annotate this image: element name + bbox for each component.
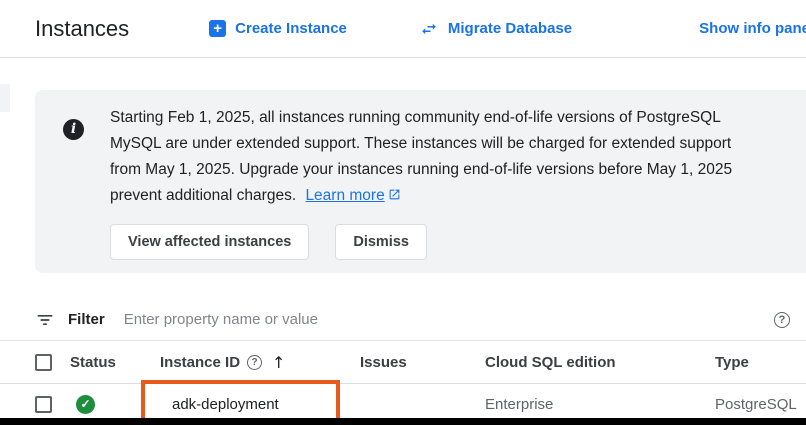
column-header-issues: Issues <box>360 354 485 371</box>
dismiss-button[interactable]: Dismiss <box>335 224 427 260</box>
info-icon: i <box>63 119 84 140</box>
banner-text-line: Starting Feb 1, 2025, all instances runn… <box>110 105 732 131</box>
page-header: Instances + Create Instance Migrate Data… <box>0 0 806 58</box>
status-healthy-icon: ✓ <box>76 395 95 414</box>
cloud-sql-instances-page: Instances + Create Instance Migrate Data… <box>0 0 806 425</box>
type-cell: PostgreSQL <box>715 396 806 413</box>
show-info-pane-label: Show info pane <box>699 20 806 37</box>
filter-label: Filter <box>68 311 105 328</box>
instance-id-help-icon[interactable]: ? <box>247 355 262 370</box>
column-header-type: Type <box>715 354 806 371</box>
banner-text-line: from May 1, 2025. Upgrade your instances… <box>110 157 732 183</box>
edition-cell: Enterprise <box>485 396 715 413</box>
sort-ascending-icon[interactable]: ↑ <box>272 353 285 372</box>
external-link-icon <box>388 184 401 210</box>
banner-text-line: prevent additional charges. Learn more <box>110 183 732 210</box>
learn-more-link[interactable]: Learn more <box>305 187 400 204</box>
column-header-instance-id[interactable]: Instance ID ? ↑ <box>160 353 360 372</box>
banner-buttons: View affected instances Dismiss <box>110 224 732 260</box>
filter-input[interactable] <box>122 310 774 329</box>
page-title: Instances <box>35 16 129 42</box>
view-affected-instances-button[interactable]: View affected instances <box>110 224 309 260</box>
filter-help-icon[interactable]: ? <box>774 312 790 328</box>
filter-icon[interactable] <box>35 310 55 330</box>
migrate-database-button[interactable]: Migrate Database <box>419 20 572 38</box>
column-header-status: Status <box>70 354 160 371</box>
bottom-black-bar <box>0 418 806 425</box>
migrate-database-label: Migrate Database <box>448 20 572 37</box>
instance-id-cell[interactable]: adk-deployment <box>160 396 360 413</box>
show-info-pane-button[interactable]: Show info pane <box>699 20 806 37</box>
banner-text-line4: prevent additional charges. <box>110 187 296 204</box>
column-header-edition: Cloud SQL edition <box>485 354 715 371</box>
banner-text-line: MySQL are under extended support. These … <box>110 131 732 157</box>
swap-arrows-icon <box>419 20 439 38</box>
add-box-icon: + <box>209 20 226 37</box>
create-instance-label: Create Instance <box>235 20 347 37</box>
left-panel-edge <box>0 84 10 112</box>
filter-bar: Filter ? <box>0 299 806 341</box>
create-instance-button[interactable]: + Create Instance <box>209 20 347 37</box>
eol-notice-banner: i Starting Feb 1, 2025, all instances ru… <box>35 90 806 273</box>
banner-body: Starting Feb 1, 2025, all instances runn… <box>110 105 732 273</box>
select-all-checkbox[interactable] <box>35 354 52 371</box>
row-checkbox[interactable] <box>35 396 52 413</box>
table-header-row: Status Instance ID ? ↑ Issues Cloud SQL … <box>0 341 806 384</box>
